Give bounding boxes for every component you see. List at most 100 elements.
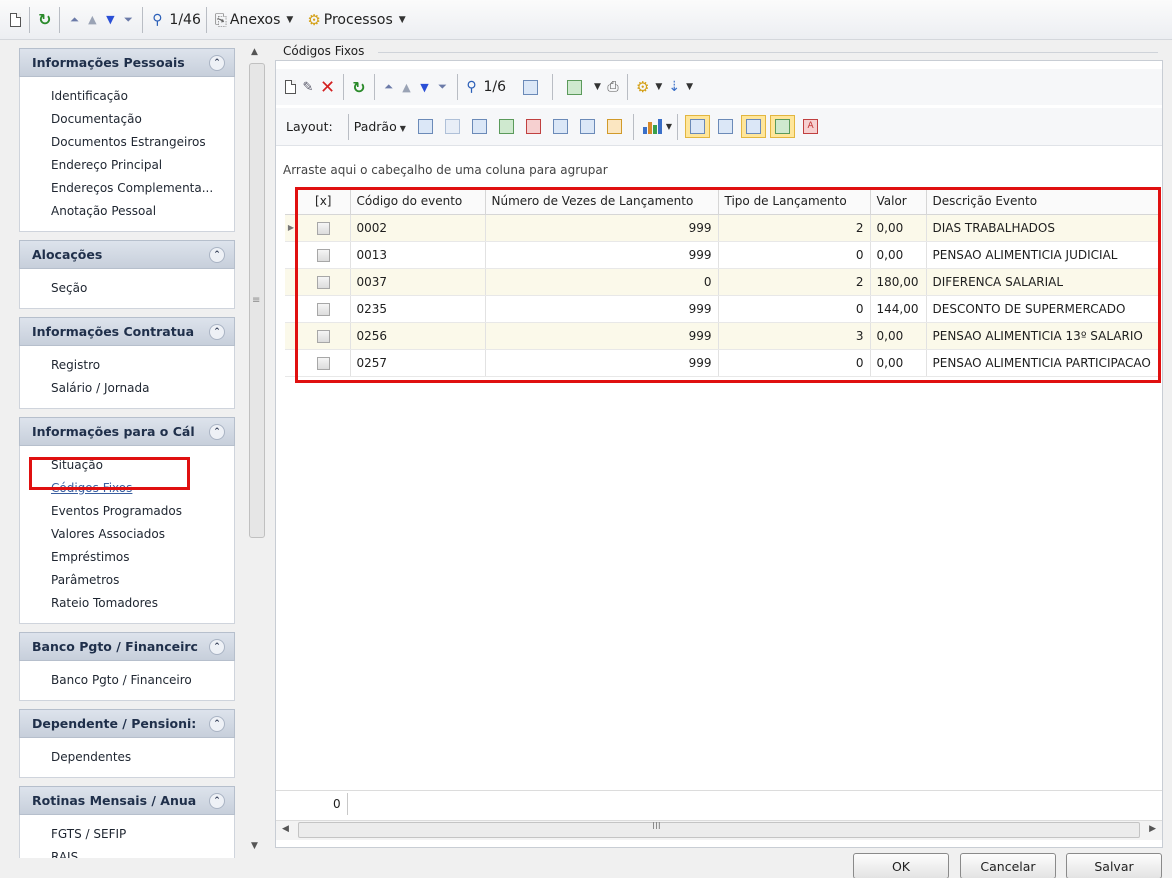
grid-next-button[interactable]: ▼ (416, 75, 434, 99)
nav-item[interactable]: Anotação Pessoal (51, 200, 234, 223)
layout-import-icon[interactable] (498, 119, 514, 134)
nav-item[interactable]: RAIS (51, 846, 234, 858)
font-icon[interactable]: A (803, 119, 819, 134)
layout-export-icon[interactable] (525, 119, 541, 134)
previous-record-button[interactable]: ▲ (83, 8, 101, 32)
collapse-chevron-icon[interactable]: ⌃ (209, 324, 225, 340)
nav-group-header[interactable]: Banco Pgto / Financeirc ⌃ (19, 632, 235, 661)
section-divider (378, 52, 1158, 53)
nav-item[interactable]: FGTS / SEFIP (51, 823, 234, 846)
new-document-icon (284, 80, 296, 94)
scroll-right-icon[interactable]: ▶ (1149, 824, 1156, 834)
collapse-chevron-icon[interactable]: ⌃ (209, 639, 225, 655)
layout-save-icon[interactable] (417, 119, 433, 134)
chart-icon[interactable] (642, 119, 662, 134)
grid-search-button[interactable]: ⚲ (463, 75, 481, 99)
sort-button[interactable]: ⇣ ▼ (665, 75, 696, 99)
nav-group-header[interactable]: Rotinas Mensais / Anua ⌃ (19, 786, 235, 815)
scroll-left-icon[interactable]: ◀ (282, 824, 289, 834)
processes-button[interactable]: ⚙ Processos ▼ (304, 8, 408, 32)
toolbar-separator (205, 6, 207, 33)
print-button[interactable]: ⎙ (604, 75, 622, 99)
last-record-button[interactable]: ⏷ (119, 8, 137, 32)
new-record-button[interactable] (6, 8, 24, 32)
collapse-chevron-icon[interactable]: ⌃ (209, 793, 225, 809)
save-button[interactable]: Salvar (1066, 853, 1162, 878)
nav-item[interactable]: Seção (51, 277, 234, 300)
collapse-chevron-icon[interactable]: ⌃ (209, 247, 225, 263)
grid-previous-button[interactable]: ▲ (398, 75, 416, 99)
nav-group-title: Rotinas Mensais / Anua (32, 793, 197, 808)
scroll-up-icon[interactable]: ▲ (251, 47, 258, 57)
first-record-button[interactable]: ⏶ (65, 8, 83, 32)
grid-delete-button[interactable]: ✕ (317, 75, 338, 99)
nav-group-title: Informações Contratua (32, 324, 195, 339)
nav-group-header[interactable]: Informações Contratua ⌃ (19, 317, 235, 346)
toolbar-separator (456, 74, 458, 100)
nav-item[interactable]: Salário / Jornada (51, 377, 234, 400)
nav-group-body: Seção (19, 269, 235, 309)
group-by-hint[interactable]: Arraste aqui o cabeçalho de uma coluna p… (283, 163, 608, 177)
grid-processes-button[interactable]: ⚙ ▼ (633, 75, 665, 99)
layout-edit-icon[interactable] (606, 119, 622, 134)
layout-columns-icon[interactable] (471, 119, 487, 134)
next-record-button[interactable]: ▼ (101, 8, 119, 32)
collapse-chevron-icon[interactable]: ⌃ (209, 424, 225, 440)
show-footer-icon[interactable] (718, 119, 734, 134)
grid-refresh-button[interactable]: ↻ (349, 75, 368, 99)
nav-group-header[interactable]: Dependente / Pensioni: ⌃ (19, 709, 235, 738)
nav-group-header[interactable]: Informações Pessoais ⌃ (19, 48, 235, 77)
toolbar-separator (552, 74, 554, 100)
grid-view-button[interactable] (514, 75, 547, 99)
nav-group-body: Dependentes (19, 738, 235, 778)
nav-group-header[interactable]: Alocações ⌃ (19, 240, 235, 269)
nav-item[interactable]: Parâmetros (51, 569, 234, 592)
search-binoculars-button[interactable]: ⚲ (148, 8, 166, 32)
layout-sum-icon[interactable] (579, 119, 595, 134)
grid-edit-button[interactable]: ✎ (299, 75, 317, 99)
navigation-groups: Informações Pessoais ⌃ Identificação Docume… (19, 48, 235, 858)
show-indicator-toggle[interactable] (770, 115, 796, 138)
attachments-button[interactable]: ⎘ Anexos ▼ (212, 8, 296, 32)
layout-filter-icon[interactable] (552, 119, 568, 134)
ok-button[interactable]: OK (853, 853, 949, 878)
nav-item[interactable]: Documentos Estrangeiros (51, 131, 234, 154)
nav-item[interactable]: Identificação (51, 85, 234, 108)
nav-group: Informações Pessoais ⌃ Identificação Docume… (19, 48, 235, 232)
grid-last-button[interactable]: ⏷ (434, 75, 452, 99)
nav-item[interactable]: Eventos Programados (51, 500, 234, 523)
nav-group-title: Informações para o Cál (32, 424, 195, 439)
navigation-panel: Informações Pessoais ⌃ Identificação Docume… (0, 40, 270, 858)
grid-first-button[interactable]: ⏶ (380, 75, 398, 99)
paperclip-icon: ⎘ (214, 10, 227, 29)
nav-item[interactable]: Valores Associados (51, 523, 234, 546)
nav-item[interactable]: Registro (51, 354, 234, 377)
nav-group-body: Registro Salário / Jornada (19, 346, 235, 409)
collapse-chevron-icon[interactable]: ⌃ (209, 716, 225, 732)
export-button[interactable]: ▼ (558, 75, 604, 99)
nav-item[interactable]: Endereço Principal (51, 154, 234, 177)
nav-item[interactable]: Rateio Tomadores (51, 592, 234, 615)
grid-highlight-box (295, 187, 1161, 383)
layout-copy-icon[interactable] (444, 119, 460, 134)
grid-new-button[interactable] (281, 75, 299, 99)
nav-item[interactable]: Endereços Complementa... (51, 177, 234, 200)
horizontal-scrollbar-thumb[interactable] (298, 822, 1140, 838)
chevron-down-icon: ▼ (686, 82, 693, 92)
cancel-button[interactable]: Cancelar (960, 853, 1056, 878)
nav-item[interactable]: Dependentes (51, 746, 234, 769)
show-header-toggle[interactable] (741, 115, 767, 138)
chevron-down-icon[interactable]: ▼ (666, 122, 672, 131)
nav-item[interactable]: Banco Pgto / Financeiro (51, 669, 234, 692)
scroll-down-icon[interactable]: ▼ (251, 841, 258, 851)
toolbar-separator (29, 6, 30, 33)
chevron-down-icon: ▼ (594, 82, 601, 92)
nav-item[interactable]: Empréstimos (51, 546, 234, 569)
refresh-button[interactable]: ↻ (35, 8, 54, 32)
toolbar-separator (626, 74, 628, 100)
layout-select[interactable]: Padrão ▼ (354, 119, 406, 134)
collapse-chevron-icon[interactable]: ⌃ (209, 55, 225, 71)
show-group-panel-toggle[interactable] (685, 115, 711, 138)
nav-group-header[interactable]: Informações para o Cál ⌃ (19, 417, 235, 446)
nav-item[interactable]: Documentação (51, 108, 234, 131)
